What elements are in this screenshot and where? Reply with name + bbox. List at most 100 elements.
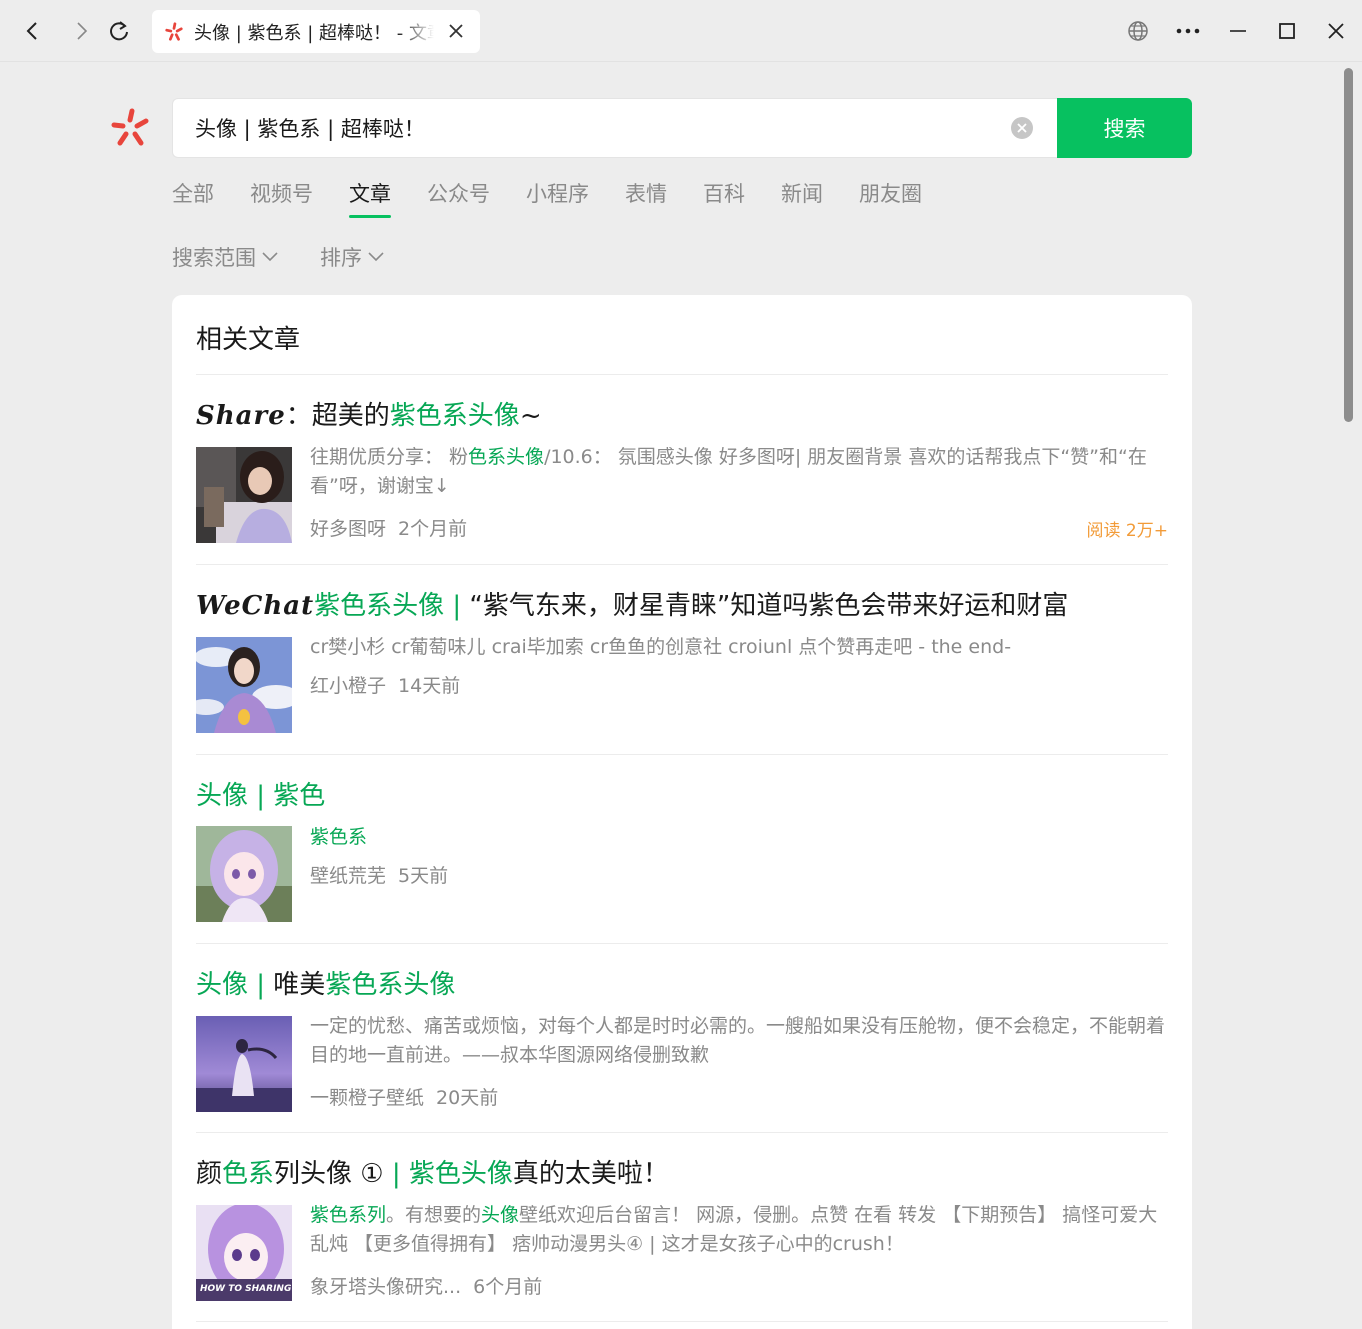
text-segment: 往期优质分享： 粉 xyxy=(310,446,469,468)
tab-mini-programs[interactable]: 小程序 xyxy=(526,178,589,218)
refresh-icon[interactable] xyxy=(102,14,136,48)
tab-news[interactable]: 新闻 xyxy=(781,178,823,218)
highlighted-keyword: 头像 | xyxy=(196,970,274,1000)
article-thumbnail[interactable] xyxy=(196,637,292,733)
article-meta: 好多图呀 2个月前 xyxy=(310,514,467,541)
text-segment: 列头像 ① xyxy=(274,1159,392,1189)
search-input[interactable]: 头像 | 紫色系 | 超棒哒！ xyxy=(172,98,1058,158)
article-title[interactable]: 颜色系列头像 ① | 紫色头像真的太美啦！ xyxy=(196,1153,669,1190)
tab-official-accounts[interactable]: 公众号 xyxy=(427,178,490,218)
scrollbar-thumb[interactable] xyxy=(1344,68,1353,422)
text-segment: 。有想要的 xyxy=(386,1204,482,1226)
text-segment: “紫气东来，财星青睐”知道吗紫色会带来好运和财富 xyxy=(469,591,1069,621)
highlighted-keyword: 紫色系头像 | xyxy=(314,591,470,621)
browser-tab[interactable]: 头像 | 紫色系 | 超棒哒！ - 文章 xyxy=(152,10,480,53)
highlighted-keyword: 紫色系 xyxy=(310,826,368,848)
article-time: 6个月前 xyxy=(473,1276,543,1298)
article-meta: 红小橙子 14天前 xyxy=(310,671,460,698)
highlighted-keyword: 紫色系头像 xyxy=(389,401,520,431)
chevron-down-icon xyxy=(368,252,384,262)
section-title: 相关文章 xyxy=(196,325,301,355)
article-source[interactable]: 一颗橙子壁纸 xyxy=(310,1087,424,1109)
article-time: 20天前 xyxy=(436,1087,499,1109)
article-summary: 紫色系列。有想要的头像壁纸欢迎后台留言！ 网源，侵删。点赞 在看 转发 【下期预… xyxy=(310,1201,1170,1259)
article-thumbnail[interactable] xyxy=(196,826,292,922)
highlighted-keyword: 色系头像 xyxy=(468,446,545,468)
article-source[interactable]: 象牙塔头像研究... xyxy=(310,1276,461,1298)
chevron-down-icon xyxy=(262,252,278,262)
article-thumbnail[interactable] xyxy=(196,447,292,543)
article-summary: 往期优质分享： 粉色系头像/10.6： 氛围感头像 好多图呀| 朋友圈背景 喜欢… xyxy=(310,443,1170,501)
article-title[interactable]: Share：超美的紫色系头像~ xyxy=(196,395,542,432)
back-icon[interactable] xyxy=(16,14,50,48)
article-item[interactable]: 头像 | 紫色 紫色系 壁纸荒芜 5天前 xyxy=(196,775,1168,925)
highlighted-keyword: 色系 xyxy=(222,1159,275,1189)
text-segment: 唯美 xyxy=(273,970,326,1000)
article-title[interactable]: 头像 | 唯美紫色系头像 xyxy=(196,964,455,1001)
article-thumbnail[interactable]: HOW TO SHARING xyxy=(196,1205,292,1301)
article-time: 2个月前 xyxy=(398,518,468,540)
article-source[interactable]: 壁纸荒芜 xyxy=(310,865,386,887)
weixin-search-logo-icon[interactable] xyxy=(108,106,152,150)
highlighted-keyword: 头像 xyxy=(481,1204,520,1226)
tab-moments[interactable]: 朋友圈 xyxy=(859,178,922,218)
text-segment: cr樊小杉 cr葡萄味儿 crai毕加索 cr鱼鱼的创意社 croiunl 点个… xyxy=(310,636,1012,658)
minimize-icon[interactable] xyxy=(1220,14,1256,48)
tab-title: 头像 | 紫色系 | 超棒哒！ - 文章 xyxy=(194,22,434,44)
article-summary: 一定的忧愁、痛苦或烦恼，对每个人都是时时必需的。一艘船如果没有压舱物，便不会稳定… xyxy=(310,1012,1170,1070)
divider xyxy=(196,754,1168,755)
article-item[interactable]: 颜色系列头像 ① | 紫色头像真的太美啦！ HOW TO SHARING 紫色系… xyxy=(196,1153,1168,1303)
tab-favicon-icon xyxy=(165,21,183,41)
tab-stickers[interactable]: 表情 xyxy=(625,178,667,218)
divider xyxy=(196,564,1168,565)
article-item[interactable]: Share：超美的紫色系头像~ 往期优质分享： 粉色系头像/10.6： 氛围感头… xyxy=(196,395,1168,545)
divider xyxy=(196,1132,1168,1133)
article-thumbnail[interactable] xyxy=(196,1016,292,1112)
highlighted-keyword: | 紫色头像 xyxy=(391,1159,513,1189)
close-icon[interactable] xyxy=(1318,14,1354,48)
article-meta: 象牙塔头像研究... 6个月前 xyxy=(310,1272,542,1299)
scrollbar[interactable] xyxy=(1342,68,1354,1323)
text-segment: ~ xyxy=(519,401,542,431)
article-meta: 一颗橙子壁纸 20天前 xyxy=(310,1083,498,1110)
search-query: 头像 | 紫色系 | 超棒哒！ xyxy=(195,117,425,141)
read-count: 阅读 2万+ xyxy=(1086,521,1168,541)
article-time: 5天前 xyxy=(398,865,449,887)
text-segment: ：超美的 xyxy=(285,401,390,431)
tab-close-icon[interactable] xyxy=(446,21,466,41)
article-item[interactable]: 头像 | 唯美紫色系头像 一定的忧愁、痛苦或烦恼，对每个人都是时时必需的。一艘船… xyxy=(196,964,1168,1114)
search-scope-label: 搜索范围 xyxy=(172,246,256,270)
sort-label: 排序 xyxy=(320,246,362,270)
sort-dropdown[interactable]: 排序 xyxy=(320,242,384,272)
article-source[interactable]: 好多图呀 xyxy=(310,518,386,540)
thumbnail-text: HOW TO SHARING xyxy=(200,1284,291,1294)
maximize-icon[interactable] xyxy=(1269,14,1305,48)
article-title[interactable]: 头像 | 紫色 xyxy=(196,775,325,812)
tab-all[interactable]: 全部 xyxy=(172,178,214,218)
globe-icon[interactable] xyxy=(1120,14,1156,48)
forward-icon[interactable] xyxy=(64,14,98,48)
divider xyxy=(196,943,1168,944)
search-button[interactable]: 搜索 xyxy=(1057,98,1192,158)
article-time: 14天前 xyxy=(398,675,461,697)
highlighted-keyword: 头像 | 紫色 xyxy=(196,781,326,811)
article-title[interactable]: WeChat紫色系头像 | “紫气东来，财星青睐”知道吗紫色会带来好运和财富 xyxy=(196,585,1068,622)
tab-encyclopedia[interactable]: 百科 xyxy=(703,178,745,218)
article-summary: 紫色系 xyxy=(310,823,1170,852)
article-item[interactable]: WeChat紫色系头像 | “紫气东来，财星青睐”知道吗紫色会带来好运和财富 c… xyxy=(196,585,1168,735)
text-segment: 一定的忧愁、痛苦或烦恼，对每个人都是时时必需的。一艘船如果没有压舱物，便不会稳定… xyxy=(310,1015,1166,1066)
divider xyxy=(196,1321,1168,1322)
account-brand-text: WeChat xyxy=(196,591,315,621)
search-scope-dropdown[interactable]: 搜索范围 xyxy=(172,242,278,272)
account-brand-text: Share xyxy=(196,401,286,431)
more-icon[interactable] xyxy=(1170,14,1206,48)
divider xyxy=(196,374,1168,375)
tab-channels[interactable]: 视频号 xyxy=(250,178,313,218)
tab-articles[interactable]: 文章 xyxy=(349,178,391,218)
highlighted-keyword: 紫色系列 xyxy=(310,1204,387,1226)
clear-search-icon[interactable] xyxy=(1011,117,1033,139)
article-source[interactable]: 红小橙子 xyxy=(310,675,386,697)
article-summary: cr樊小杉 cr葡萄味儿 crai毕加索 cr鱼鱼的创意社 croiunl 点个… xyxy=(310,633,1170,662)
text-segment: 真的太美啦！ xyxy=(512,1159,669,1189)
filter-row: 搜索范围 排序 xyxy=(172,242,426,272)
